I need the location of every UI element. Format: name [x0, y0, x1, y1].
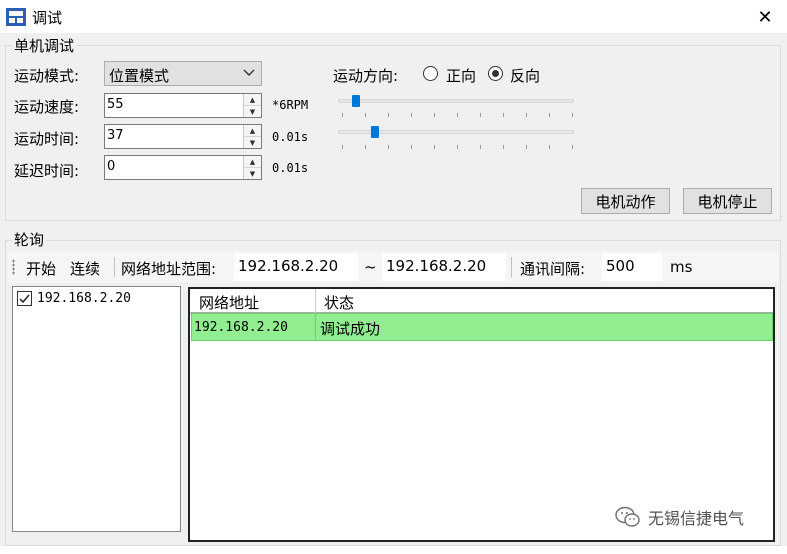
slider-tick: [526, 145, 527, 149]
slider-tick: [457, 113, 458, 117]
mode-label: 运动模式:: [14, 67, 80, 85]
delay-value: 0: [107, 159, 116, 174]
column-divider[interactable]: [315, 289, 316, 313]
toolstrip-separator: [114, 257, 115, 277]
speed-slider-thumb[interactable]: [352, 95, 360, 107]
slider-tick: [434, 145, 435, 149]
watermark-text: 无锡信捷电气: [648, 509, 745, 528]
delay-unit: 0.01s: [272, 161, 309, 175]
slider-tick: [503, 113, 504, 117]
interval-input[interactable]: 500: [602, 253, 662, 281]
motor-start-button[interactable]: 电机动作: [581, 188, 670, 214]
device-list-item[interactable]: 192.168.2.20: [37, 291, 131, 306]
column-divider: [315, 314, 316, 340]
status-table: 网络地址 状态 192.168.2.20 调试成功: [188, 287, 775, 542]
title-bar: 调试 ✕: [0, 0, 787, 34]
time-slider-thumb[interactable]: [371, 126, 379, 138]
direction-forward-label[interactable]: 正向: [446, 65, 476, 86]
slider-tick: [480, 145, 481, 149]
table-header-status[interactable]: 状态: [324, 292, 354, 313]
slider-tick: [365, 145, 366, 149]
chevron-down-icon: [243, 69, 255, 76]
slider-tick: [572, 113, 573, 117]
poll-group-title: 轮询: [12, 229, 47, 250]
slider-tick: [411, 113, 412, 117]
app-icon: [6, 8, 26, 26]
delay-up-button[interactable]: ▲: [244, 156, 261, 168]
table-row[interactable]: 192.168.2.20 调试成功: [191, 313, 773, 341]
slider-tick: [503, 145, 504, 149]
time-up-button[interactable]: ▲: [244, 125, 261, 137]
range-separator: ~: [364, 258, 377, 276]
address-range-label: 网络地址范围:: [121, 260, 217, 278]
toolstrip-grip[interactable]: [12, 259, 15, 275]
delay-stepper-buttons: ▲ ▼: [243, 156, 261, 179]
close-icon: ✕: [757, 6, 773, 28]
row-status: 调试成功: [320, 320, 381, 338]
slider-tick: [549, 113, 550, 117]
mode-select-value: 位置模式: [109, 67, 170, 85]
time-stepper[interactable]: 37 ▲ ▼: [104, 124, 262, 149]
watermark: 无锡信捷电气: [614, 505, 744, 529]
range-start-input[interactable]: 192.168.2.20: [234, 253, 358, 281]
speed-value: 55: [107, 97, 124, 112]
speed-stepper-buttons: ▲ ▼: [243, 94, 261, 117]
toolstrip-separator: [511, 257, 512, 277]
speed-unit: *6RPM: [272, 98, 309, 112]
direction-forward-radio[interactable]: [423, 66, 438, 81]
slider-tick: [572, 145, 573, 149]
speed-up-button[interactable]: ▲: [244, 94, 261, 106]
speed-slider-track[interactable]: [338, 99, 574, 103]
slider-tick: [411, 145, 412, 149]
single-debug-group-title: 单机调试: [12, 35, 77, 56]
slider-tick: [457, 145, 458, 149]
slider-tick: [365, 113, 366, 117]
poll-continuous-button[interactable]: 连续: [70, 258, 100, 279]
delay-down-button[interactable]: ▼: [244, 168, 261, 179]
direction-reverse-radio[interactable]: [488, 66, 503, 81]
time-label: 运动时间:: [14, 130, 80, 148]
slider-tick: [549, 145, 550, 149]
mode-select[interactable]: 位置模式: [104, 61, 262, 86]
slider-tick: [388, 145, 389, 149]
motor-stop-button[interactable]: 电机停止: [683, 188, 772, 214]
table-header-address[interactable]: 网络地址: [199, 292, 259, 313]
delay-stepper[interactable]: 0 ▲ ▼: [104, 155, 262, 180]
device-checkbox[interactable]: [17, 291, 32, 306]
slider-tick: [342, 113, 343, 117]
direction-reverse-label[interactable]: 反向: [510, 65, 540, 86]
time-unit: 0.01s: [272, 130, 309, 144]
row-address: 192.168.2.20: [194, 320, 288, 335]
slider-tick: [342, 145, 343, 149]
delay-label: 延迟时间:: [14, 162, 80, 180]
slider-tick: [526, 113, 527, 117]
slider-tick: [480, 113, 481, 117]
slider-tick: [388, 113, 389, 117]
interval-unit: ms: [670, 258, 693, 276]
window-title: 调试: [32, 9, 63, 27]
range-end-input[interactable]: 192.168.2.20: [382, 253, 506, 281]
poll-start-button[interactable]: 开始: [26, 258, 56, 279]
wechat-icon: [615, 506, 640, 527]
bottom-strip: [0, 546, 787, 554]
speed-label: 运动速度:: [14, 98, 80, 116]
close-button[interactable]: ✕: [748, 3, 782, 31]
slider-tick: [434, 113, 435, 117]
device-list[interactable]: 192.168.2.20: [12, 286, 181, 532]
time-value: 37: [107, 128, 124, 143]
direction-label: 运动方向:: [333, 67, 399, 85]
time-stepper-buttons: ▲ ▼: [243, 125, 261, 148]
time-down-button[interactable]: ▼: [244, 137, 261, 148]
poll-toolstrip: 开始 连续 网络地址范围: 192.168.2.20 ~ 192.168.2.2…: [8, 251, 778, 283]
speed-down-button[interactable]: ▼: [244, 106, 261, 117]
table-header: 网络地址 状态: [190, 289, 773, 313]
speed-stepper[interactable]: 55 ▲ ▼: [104, 93, 262, 118]
check-icon: [19, 294, 30, 304]
interval-label: 通讯间隔:: [520, 260, 586, 278]
